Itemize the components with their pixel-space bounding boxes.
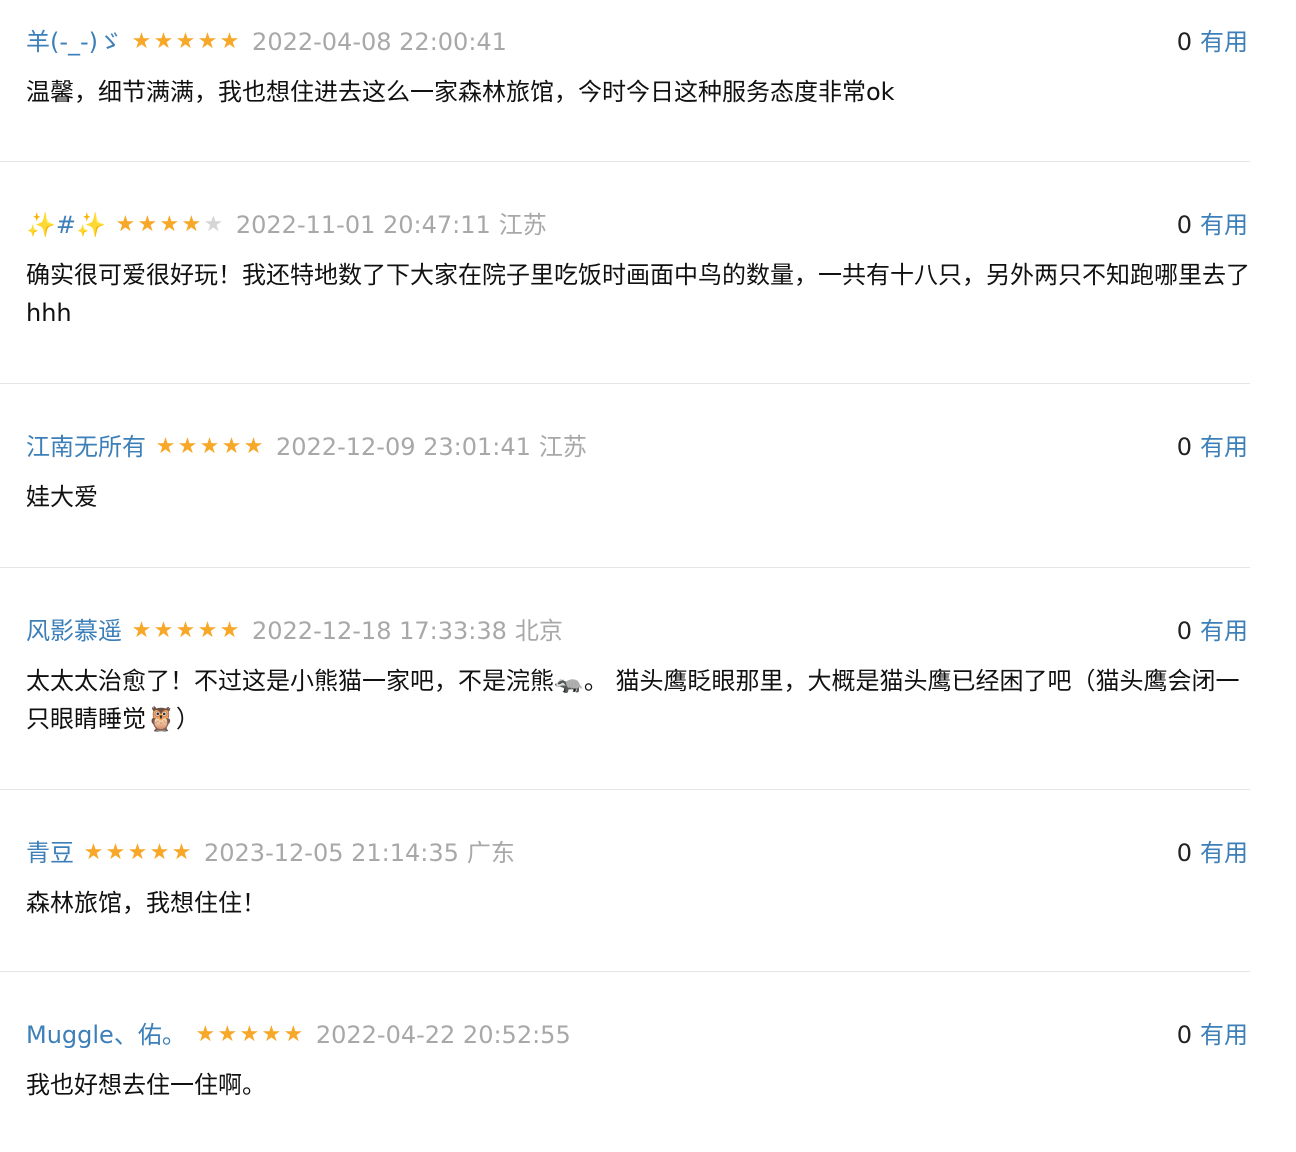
star-filled-icon: ★: [283, 1022, 303, 1047]
star-filled-icon: ★: [243, 434, 264, 459]
useful-link[interactable]: 有用: [1200, 611, 1248, 651]
comment-meta: 江南无所有 ★ ★ ★ ★ ★ 2022-12-09 23:01:41 江苏 0 有用: [26, 427, 1250, 467]
star-filled-icon: ★: [219, 29, 240, 54]
comment-content: 森林旅馆，我想住住！: [26, 889, 266, 917]
star-filled-icon: ★: [115, 212, 136, 237]
rating-stars: ★ ★ ★ ★ ★: [82, 833, 192, 873]
star-filled-icon: ★: [199, 434, 220, 459]
comment-region: 江苏: [538, 433, 587, 461]
vote-count: 0: [1176, 617, 1192, 645]
comment-time: 2022-12-18 17:33:38: [252, 617, 507, 645]
star-filled-icon: ★: [177, 434, 198, 459]
comment-item: 风影慕遥 ★ ★ ★ ★ ★ 2022-12-18 17:33:38 北京 0 有用 太…: [0, 568, 1250, 790]
vote-count: 0: [1176, 433, 1192, 461]
star-filled-icon: ★: [175, 618, 196, 643]
star-filled-icon: ★: [221, 434, 242, 459]
comment-item: 青豆 ★ ★ ★ ★ ★ 2023-12-05 21:14:35 广东 0 有用 森林旅…: [0, 790, 1250, 972]
star-filled-icon: ★: [195, 1022, 215, 1047]
useful-vote-button[interactable]: 0 有用: [1177, 205, 1248, 245]
comment-meta: 风影慕遥 ★ ★ ★ ★ ★ 2022-12-18 17:33:38 北京 0 有用: [26, 611, 1250, 651]
star-filled-icon: ★: [261, 1022, 281, 1047]
star-filled-icon: ★: [149, 840, 170, 865]
comment-username[interactable]: ✨#✨: [26, 205, 106, 245]
star-filled-icon: ★: [175, 29, 196, 54]
comment-content: 温馨，细节满满，我也想住进去这么一家森林旅馆，今时今日这种服务态度非常ok: [26, 78, 895, 106]
vote-count: 0: [1176, 28, 1192, 56]
rating-stars: ★ ★ ★ ★ ★: [130, 22, 240, 62]
comment-list: 羊(-_-)ゞ ★ ★ ★ ★ ★ 2022-04-08 22:00:41 0 有用 温…: [0, 0, 1296, 1142]
vote-count: 0: [1176, 211, 1192, 239]
comment-content: 太太太治愈了！不过这是小熊猫一家吧，不是浣熊🦡。 猫头鹰眨眼那里，大概是猫头鹰已…: [26, 667, 1240, 733]
star-filled-icon: ★: [83, 840, 104, 865]
star-filled-icon: ★: [197, 29, 218, 54]
vote-count: 0: [1176, 839, 1192, 867]
comment-item: ✨#✨ ★ ★ ★ ★ ★ 2022-11-01 20:47:11 江苏 0 有用 确实…: [0, 162, 1250, 384]
star-filled-icon: ★: [181, 212, 202, 237]
star-filled-icon: ★: [159, 212, 180, 237]
rating-stars: ★ ★ ★ ★ ★: [194, 1015, 304, 1055]
useful-link[interactable]: 有用: [1200, 833, 1248, 873]
comment-item: 羊(-_-)ゞ ★ ★ ★ ★ ★ 2022-04-08 22:00:41 0 有用 温…: [0, 0, 1250, 162]
comment-item: Muggle、佑。 ★ ★ ★ ★ ★ 2022-04-22 20:52:55 0 有用…: [0, 972, 1250, 1142]
star-filled-icon: ★: [131, 29, 152, 54]
comment-time: 2022-04-22 20:52:55: [315, 1021, 571, 1049]
comment-time: 2022-12-09 23:01:41: [276, 433, 531, 461]
useful-link[interactable]: 有用: [1200, 22, 1248, 62]
useful-vote-button[interactable]: 0 有用: [1177, 833, 1248, 873]
comment-meta: Muggle、佑。 ★ ★ ★ ★ ★ 2022-04-22 20:52:55 0 有用: [26, 1015, 1250, 1055]
star-filled-icon: ★: [197, 618, 218, 643]
comment-region: 江苏: [498, 211, 547, 239]
comment-content: 确实很可爱很好玩！我还特地数了下大家在院子里吃饭时画面中鸟的数量，一共有十八只，…: [26, 261, 1250, 327]
star-filled-icon: ★: [131, 618, 152, 643]
star-filled-icon: ★: [171, 840, 192, 865]
comment-meta: 羊(-_-)ゞ ★ ★ ★ ★ ★ 2022-04-08 22:00:41 0 有用: [26, 22, 1250, 62]
star-filled-icon: ★: [217, 1022, 237, 1047]
star-filled-icon: ★: [153, 29, 174, 54]
star-filled-icon: ★: [127, 840, 148, 865]
useful-link[interactable]: 有用: [1200, 205, 1248, 245]
comment-content: 我也好想去住一住啊。: [26, 1071, 266, 1099]
rating-stars: ★ ★ ★ ★ ★: [114, 205, 224, 245]
vote-count: 0: [1176, 1021, 1192, 1049]
comment-time: 2022-04-08 22:00:41: [252, 28, 507, 56]
comment-item: 江南无所有 ★ ★ ★ ★ ★ 2022-12-09 23:01:41 江苏 0 有用 …: [0, 384, 1250, 568]
comment-username[interactable]: 青豆: [26, 833, 74, 873]
comment-region: 广东: [466, 839, 515, 867]
useful-vote-button[interactable]: 0 有用: [1177, 611, 1248, 651]
rating-stars: ★ ★ ★ ★ ★: [154, 427, 264, 467]
useful-vote-button[interactable]: 0 有用: [1177, 427, 1248, 467]
useful-link[interactable]: 有用: [1200, 427, 1248, 467]
star-empty-icon: ★: [203, 212, 224, 237]
comment-meta: ✨#✨ ★ ★ ★ ★ ★ 2022-11-01 20:47:11 江苏 0 有用: [26, 205, 1250, 245]
rating-stars: ★ ★ ★ ★ ★: [130, 611, 240, 651]
comment-username[interactable]: 羊(-_-)ゞ: [26, 22, 122, 62]
comment-username[interactable]: 风影慕遥: [26, 611, 122, 651]
comment-time: 2023-12-05 21:14:35: [204, 839, 459, 867]
comment-username[interactable]: 江南无所有: [26, 427, 146, 467]
star-filled-icon: ★: [219, 618, 240, 643]
star-filled-icon: ★: [105, 840, 126, 865]
comment-time: 2022-11-01 20:47:11: [235, 211, 491, 239]
comment-content: 娃大爱: [26, 483, 98, 511]
useful-vote-button[interactable]: 0 有用: [1177, 22, 1248, 62]
comment-meta: 青豆 ★ ★ ★ ★ ★ 2023-12-05 21:14:35 广东 0 有用: [26, 833, 1250, 873]
star-filled-icon: ★: [239, 1022, 259, 1047]
star-filled-icon: ★: [155, 434, 176, 459]
star-filled-icon: ★: [137, 212, 158, 237]
useful-link[interactable]: 有用: [1200, 1015, 1248, 1055]
comment-region: 北京: [514, 617, 563, 645]
comment-username[interactable]: Muggle、佑。: [26, 1015, 186, 1055]
star-filled-icon: ★: [153, 618, 174, 643]
useful-vote-button[interactable]: 0 有用: [1177, 1015, 1248, 1055]
